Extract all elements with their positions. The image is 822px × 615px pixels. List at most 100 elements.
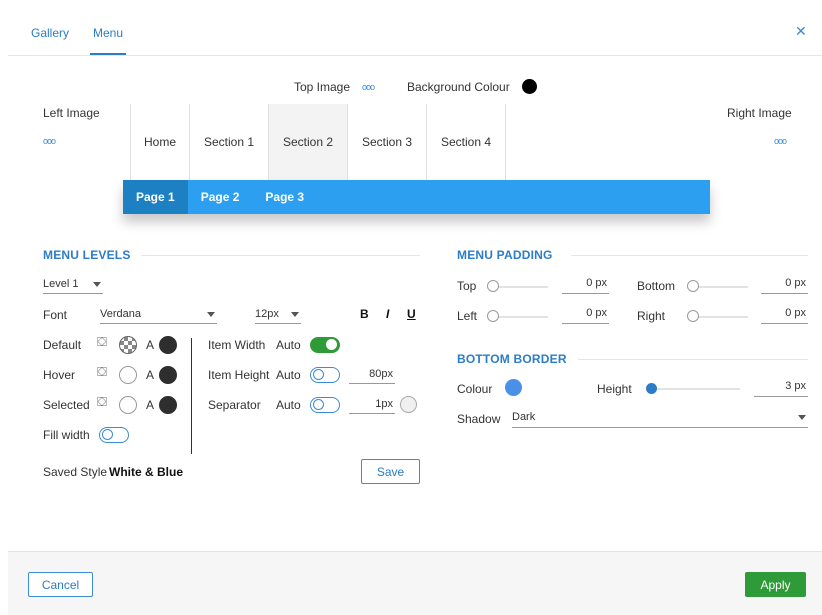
menu-item-home[interactable]: Home <box>130 104 190 180</box>
padding-left-slider-thumb[interactable] <box>487 310 499 322</box>
font-size-dropdown[interactable]: 12px <box>255 308 301 324</box>
shadow-dropdown[interactable]: Dark <box>512 411 808 428</box>
separator-auto-toggle[interactable] <box>310 397 340 413</box>
shadow-value: Dark <box>512 411 536 423</box>
border-height-slider-track[interactable] <box>648 388 740 390</box>
paint-bucket-icon[interactable]: ⛋ <box>97 334 107 350</box>
padding-top-input[interactable]: 0 px <box>562 277 609 294</box>
border-colour-label: Colour <box>457 382 493 396</box>
padding-top-slider-thumb[interactable] <box>487 280 499 292</box>
text-colour-icon: A <box>146 338 155 352</box>
tab-menu[interactable]: Menu <box>89 26 127 55</box>
selected-text-swatch[interactable] <box>159 396 177 414</box>
padding-right-label: Right <box>637 309 666 323</box>
padding-right-slider-thumb[interactable] <box>687 310 699 322</box>
level-value: Level 1 <box>43 278 79 290</box>
hover-text-swatch[interactable] <box>159 366 177 384</box>
chevron-down-icon <box>291 312 299 317</box>
state-hover-label: Hover <box>43 368 76 382</box>
italic-button[interactable]: I <box>386 307 389 321</box>
separator-label: Separator <box>208 398 261 412</box>
item-width-auto-label: Auto <box>276 338 301 352</box>
fill-width-label: Fill width <box>43 428 90 442</box>
apply-button[interactable]: Apply <box>745 572 806 597</box>
item-height-auto-toggle[interactable] <box>310 367 340 383</box>
shadow-label: Shadow <box>457 412 501 426</box>
menu-levels-heading: MENU LEVELS <box>43 248 131 262</box>
text-colour-icon: A <box>146 398 155 412</box>
separator-input[interactable]: 1px <box>349 398 395 414</box>
font-label: Font <box>43 308 68 322</box>
top-image-label: Top Image <box>294 80 351 94</box>
tab-bar: Gallery Menu ✕ <box>8 6 822 56</box>
separator-auto-label: Auto <box>276 398 301 412</box>
menu-item-section-4[interactable]: Section 4 <box>427 104 506 180</box>
submenu-item-page-1[interactable]: Page 1 <box>123 180 188 214</box>
padding-bottom-slider-thumb[interactable] <box>687 280 699 292</box>
left-image-more-icon[interactable]: ooo <box>43 136 56 146</box>
underline-button[interactable]: U <box>407 307 416 321</box>
menu-padding-divider <box>571 255 808 256</box>
bold-button[interactable]: B <box>360 307 369 321</box>
fill-width-toggle[interactable] <box>99 427 129 443</box>
padding-left-input[interactable]: 0 px <box>562 307 609 324</box>
separator-colour-swatch[interactable] <box>400 396 417 413</box>
border-height-label: Height <box>597 382 632 396</box>
border-height-input[interactable]: 3 px <box>754 380 808 397</box>
text-colour-icon: A <box>146 368 155 382</box>
tab-gallery[interactable]: Gallery <box>31 26 69 40</box>
item-height-input[interactable]: 80px <box>349 368 395 384</box>
background-colour-label: Background Colour <box>407 80 510 94</box>
submenu-preview-bar: Page 1 Page 2 Page 3 <box>123 180 710 214</box>
cancel-button[interactable]: Cancel <box>28 572 93 597</box>
chevron-down-icon <box>93 282 101 287</box>
paint-bucket-icon[interactable]: ⛋ <box>97 364 107 380</box>
menu-levels-divider <box>141 255 420 256</box>
submenu-item-page-2[interactable]: Page 2 <box>188 180 253 214</box>
padding-bottom-label: Bottom <box>637 279 676 293</box>
menu-item-section-1[interactable]: Section 1 <box>190 104 269 180</box>
padding-left-label: Left <box>457 309 478 323</box>
state-selected-label: Selected <box>43 398 90 412</box>
menu-item-section-2[interactable]: Section 2 <box>269 104 348 180</box>
save-button[interactable]: Save <box>361 459 420 484</box>
state-default-label: Default <box>43 338 82 352</box>
paint-bucket-icon[interactable]: ⛋ <box>97 394 107 410</box>
border-colour-swatch[interactable] <box>505 379 522 396</box>
background-colour-swatch[interactable] <box>522 79 537 94</box>
chevron-down-icon <box>798 415 806 420</box>
saved-style-label: Saved Style <box>43 465 108 479</box>
hover-fill-swatch[interactable] <box>119 366 137 384</box>
level-dropdown[interactable]: Level 1 <box>43 278 103 294</box>
default-text-swatch[interactable] <box>159 336 177 354</box>
left-image-label: Left Image <box>43 106 100 120</box>
dialog-footer: Cancel Apply <box>8 551 822 615</box>
close-icon[interactable]: ✕ <box>795 24 809 38</box>
padding-right-input[interactable]: 0 px <box>761 307 808 324</box>
column-divider <box>191 338 192 454</box>
item-height-auto-label: Auto <box>276 368 301 382</box>
chevron-down-icon <box>207 312 215 317</box>
menu-settings-dialog: Gallery Menu ✕ Top Image ooo Background … <box>8 6 822 615</box>
right-image-more-icon[interactable]: ooo <box>774 136 787 146</box>
saved-style-value: White & Blue <box>109 465 183 479</box>
padding-bottom-input[interactable]: 0 px <box>761 277 808 294</box>
default-fill-swatch[interactable] <box>119 336 137 354</box>
right-image-label: Right Image <box>727 106 792 120</box>
menu-item-section-3[interactable]: Section 3 <box>348 104 427 180</box>
menu-preview-bar: Home Section 1 Section 2 Section 3 Secti… <box>130 104 506 180</box>
bottom-border-divider <box>578 359 808 360</box>
item-width-auto-toggle[interactable] <box>310 337 340 353</box>
font-value: Verdana <box>100 308 141 320</box>
font-size-value: 12px <box>255 308 279 320</box>
selected-fill-swatch[interactable] <box>119 396 137 414</box>
menu-padding-heading: MENU PADDING <box>457 248 553 262</box>
submenu-item-page-3[interactable]: Page 3 <box>252 180 317 214</box>
item-height-label: Item Height <box>208 368 270 382</box>
top-image-more-icon[interactable]: ooo <box>362 82 375 92</box>
padding-top-label: Top <box>457 279 477 293</box>
item-width-label: Item Width <box>208 338 266 352</box>
bottom-border-heading: BOTTOM BORDER <box>457 352 567 366</box>
font-dropdown[interactable]: Verdana <box>100 308 217 324</box>
border-height-slider-thumb[interactable] <box>646 383 657 394</box>
